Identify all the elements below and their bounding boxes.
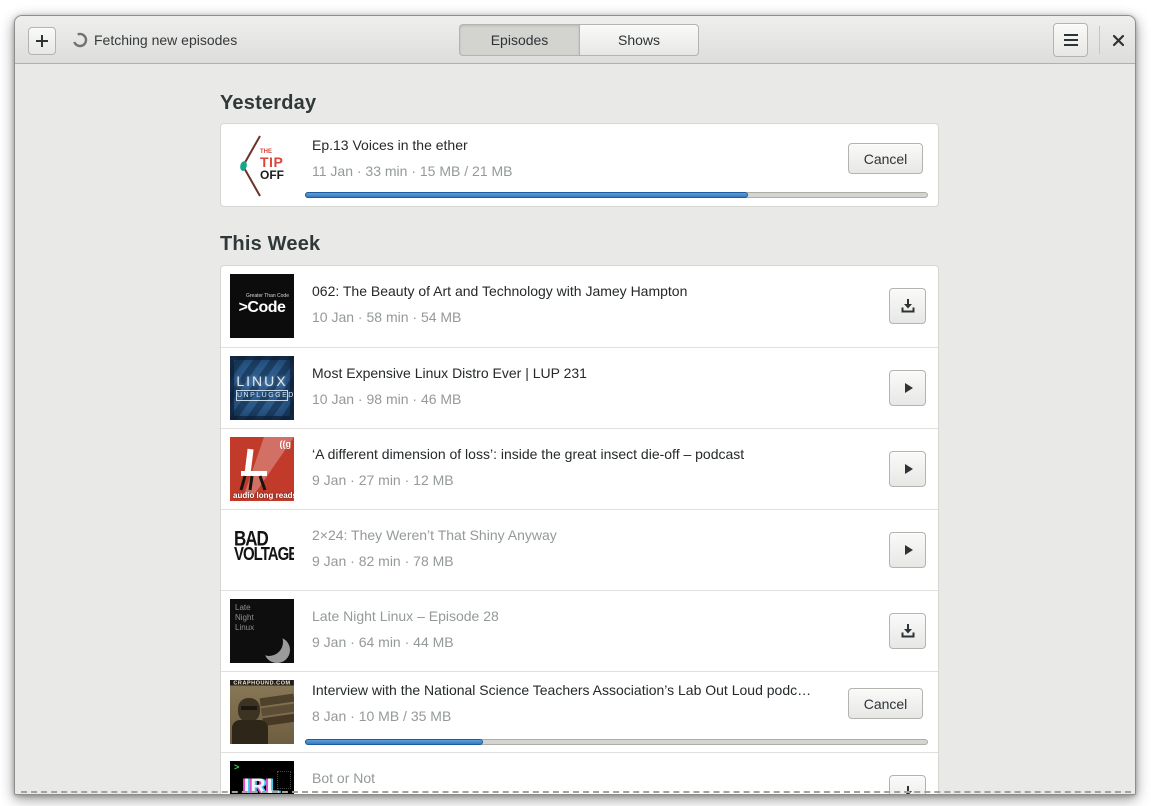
episode-title: 062: The Beauty of Art and Technology wi… [312, 283, 688, 299]
podcast-artwork-greater-than-code: Greater Than Code >Code [230, 274, 294, 338]
cancel-download-button[interactable]: Cancel [848, 143, 923, 174]
download-icon [901, 624, 914, 638]
episode-meta: 9 Jan · 27 min · 12 MB [312, 472, 454, 488]
play-episode-button[interactable] [889, 451, 926, 487]
episode-row: LINUX UNPLUGGED Most Expensive Linux Dis… [221, 347, 938, 428]
headerbar: Fetching new episodes Episodes Shows [15, 16, 1135, 64]
download-progress-fill [305, 192, 749, 198]
play-episode-button[interactable] [889, 370, 926, 406]
header-separator [1099, 26, 1100, 54]
tab-shows[interactable]: Shows [579, 24, 699, 56]
download-progressbar [305, 192, 928, 198]
episode-row: CRAPHOUND.COM Interview with the Nationa… [221, 671, 938, 752]
podcast-artwork-audio-long-reads: ((g audio long reads [230, 437, 294, 501]
episode-meta: 10 Jan · 98 min · 46 MB [312, 391, 462, 407]
scroll-undershoot-indicator [21, 791, 1131, 793]
download-progressbar [305, 739, 928, 745]
episode-list: Greater Than Code >Code 062: The Beauty … [220, 265, 939, 794]
episode-meta: 11 Jan · 33 min · 15 MB / 21 MB [312, 163, 513, 179]
download-icon [901, 299, 914, 313]
download-icon [903, 786, 912, 794]
section-title-this-week: This Week [220, 233, 321, 255]
episode-row: Late Night Linux Late Night Linux – Episod… [221, 590, 938, 671]
episode-card-downloading: THE TIP OFF Ep.13 Voices in the ether 11… [220, 123, 939, 207]
podcast-artwork-linux-unplugged: LINUX UNPLUGGED [230, 356, 294, 420]
podcast-artwork-bad-voltage: BAD VOLTAGE [230, 518, 294, 582]
episode-row: ((g audio long reads ‘A different dimens… [221, 428, 938, 509]
podcast-artwork-tip-off: THE TIP OFF [230, 134, 294, 198]
episode-title: Interview with the National Science Teac… [312, 682, 812, 698]
episode-title: Ep.13 Voices in the ether [312, 137, 468, 153]
section-title-yesterday: Yesterday [220, 92, 317, 114]
episode-title: Most Expensive Linux Distro Ever | LUP 2… [312, 365, 587, 381]
play-episode-button[interactable] [889, 532, 926, 568]
download-progress-fill [305, 739, 483, 745]
podcast-artwork-craphound: CRAPHOUND.COM [230, 680, 294, 744]
close-icon [1112, 34, 1124, 46]
status-label: Fetching new episodes [94, 32, 238, 48]
app-window: Fetching new episodes Episodes Shows Yes… [14, 15, 1136, 795]
view-switcher: Episodes Shows [459, 24, 699, 56]
episode-title: 2×24: They Weren’t That Shiny Anyway [312, 527, 557, 543]
menu-button[interactable] [1053, 23, 1088, 57]
plus-icon [36, 35, 48, 47]
hamburger-icon [1063, 34, 1078, 46]
download-episode-button[interactable] [889, 613, 926, 649]
episode-row: BAD VOLTAGE 2×24: They Weren’t That Shin… [221, 509, 938, 590]
spinner-icon [72, 32, 88, 48]
podcast-artwork-late-night-linux: Late Night Linux [230, 599, 294, 663]
play-icon [904, 545, 913, 555]
add-podcast-button[interactable] [28, 27, 56, 55]
episode-row: Greater Than Code >Code 062: The Beauty … [221, 266, 938, 347]
cancel-download-button[interactable]: Cancel [848, 688, 923, 719]
play-icon [904, 464, 913, 474]
podcast-artwork-irl: > IRL [230, 761, 294, 794]
episode-meta: 8 Jan · 10 MB / 35 MB [312, 708, 452, 724]
episodes-scroll-area[interactable]: Yesterday THE TIP OFF Ep.13 Voices in th [15, 64, 1135, 794]
tab-episodes[interactable]: Episodes [459, 24, 579, 56]
episode-meta: 9 Jan · 64 min · 44 MB [312, 634, 454, 650]
episode-meta: 9 Jan · 82 min · 78 MB [312, 553, 454, 569]
play-icon [904, 383, 913, 393]
episode-title: ‘A different dimension of loss’: inside … [312, 446, 745, 462]
moon-shape [255, 628, 290, 663]
episode-title: Late Night Linux – Episode 28 [312, 608, 499, 624]
close-window-button[interactable] [1105, 28, 1131, 52]
episode-row: > IRL Bot or Not [221, 752, 938, 794]
episode-title: Bot or Not [312, 770, 376, 786]
episode-meta: 10 Jan · 58 min · 54 MB [312, 309, 462, 325]
download-episode-button[interactable] [889, 288, 926, 324]
